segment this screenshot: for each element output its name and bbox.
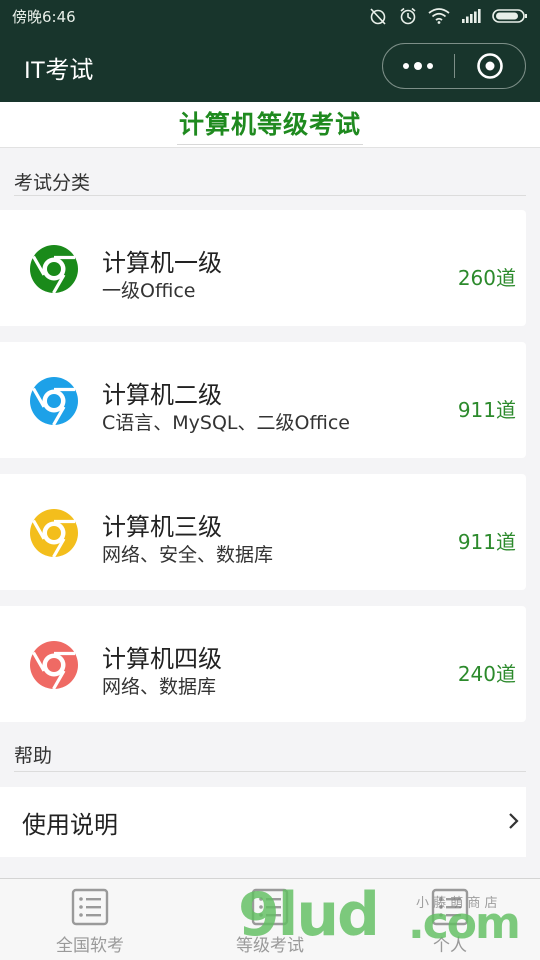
status-icons bbox=[368, 7, 528, 25]
exam-card[interactable]: 计算机三级网络、安全、数据库 911道 bbox=[0, 474, 526, 590]
mini-program-capsule bbox=[382, 43, 526, 89]
tab-level-exam[interactable]: 等级考试 bbox=[180, 879, 360, 960]
exam-subtitle: 网络、安全、数据库 bbox=[102, 544, 274, 566]
nav-bar: IT考试 bbox=[0, 32, 540, 102]
exam-question-count: 240道 bbox=[457, 662, 516, 686]
section-divider bbox=[14, 195, 526, 196]
tab-personal[interactable]: 个人 bbox=[360, 879, 540, 960]
chrome-icon bbox=[30, 641, 78, 690]
exam-title: 计算机三级 bbox=[102, 513, 222, 541]
section-label-categories: 考试分类 bbox=[14, 172, 91, 194]
status-bar: 傍晚6:46 bbox=[0, 0, 540, 32]
help-usage-label: 使用说明 bbox=[22, 810, 118, 839]
tab-label: 个人 bbox=[433, 936, 467, 956]
tab-bar: 全国软考 等级考试 个人 bbox=[0, 878, 540, 960]
tab-label: 全国软考 bbox=[56, 936, 124, 956]
section-label-help: 帮助 bbox=[14, 745, 53, 767]
chrome-icon bbox=[30, 377, 78, 426]
exam-question-count: 911道 bbox=[457, 530, 516, 554]
exam-question-count: 911道 bbox=[457, 398, 516, 422]
wifi-icon bbox=[428, 8, 450, 24]
section-divider bbox=[14, 771, 526, 772]
list-icon bbox=[71, 888, 109, 926]
exam-subtitle: 一级Office bbox=[102, 280, 196, 302]
list-icon bbox=[431, 888, 469, 926]
exam-title: 计算机四级 bbox=[102, 645, 222, 673]
tab-label: 等级考试 bbox=[236, 936, 304, 956]
page-header: 计算机等级考试 bbox=[0, 102, 540, 148]
chevron-right-icon bbox=[509, 813, 519, 829]
exam-card[interactable]: 计算机四级网络、数据库 240道 bbox=[0, 606, 526, 722]
exam-question-count: 260道 bbox=[457, 266, 516, 290]
chrome-icon bbox=[30, 509, 78, 558]
exam-card[interactable]: 计算机二级 C语言、MySQL、二级Office 911道 bbox=[0, 342, 526, 458]
exam-title: 计算机一级 bbox=[102, 249, 222, 277]
alarm-icon bbox=[400, 7, 416, 25]
signal-icon bbox=[462, 9, 481, 23]
status-time: 傍晚6:46 bbox=[12, 7, 76, 26]
help-usage-item[interactable]: 使用说明 bbox=[0, 787, 526, 857]
exam-title: 计算机二级 bbox=[102, 381, 222, 409]
alarm-off-icon bbox=[370, 8, 386, 25]
more-dots-icon[interactable] bbox=[383, 44, 454, 88]
page-title: 计算机等级考试 bbox=[176, 105, 363, 145]
battery-icon bbox=[492, 9, 527, 23]
target-close-icon[interactable] bbox=[455, 44, 526, 88]
exam-subtitle: 网络、数据库 bbox=[102, 676, 217, 698]
exam-subtitle: C语言、MySQL、二级Office bbox=[102, 412, 350, 434]
nav-title: IT考试 bbox=[24, 57, 94, 84]
tab-national-soft-exam[interactable]: 全国软考 bbox=[0, 879, 180, 960]
exam-card[interactable]: 计算机一级一级Office 260道 bbox=[0, 210, 526, 326]
list-icon bbox=[251, 888, 289, 926]
chrome-icon bbox=[30, 245, 78, 294]
